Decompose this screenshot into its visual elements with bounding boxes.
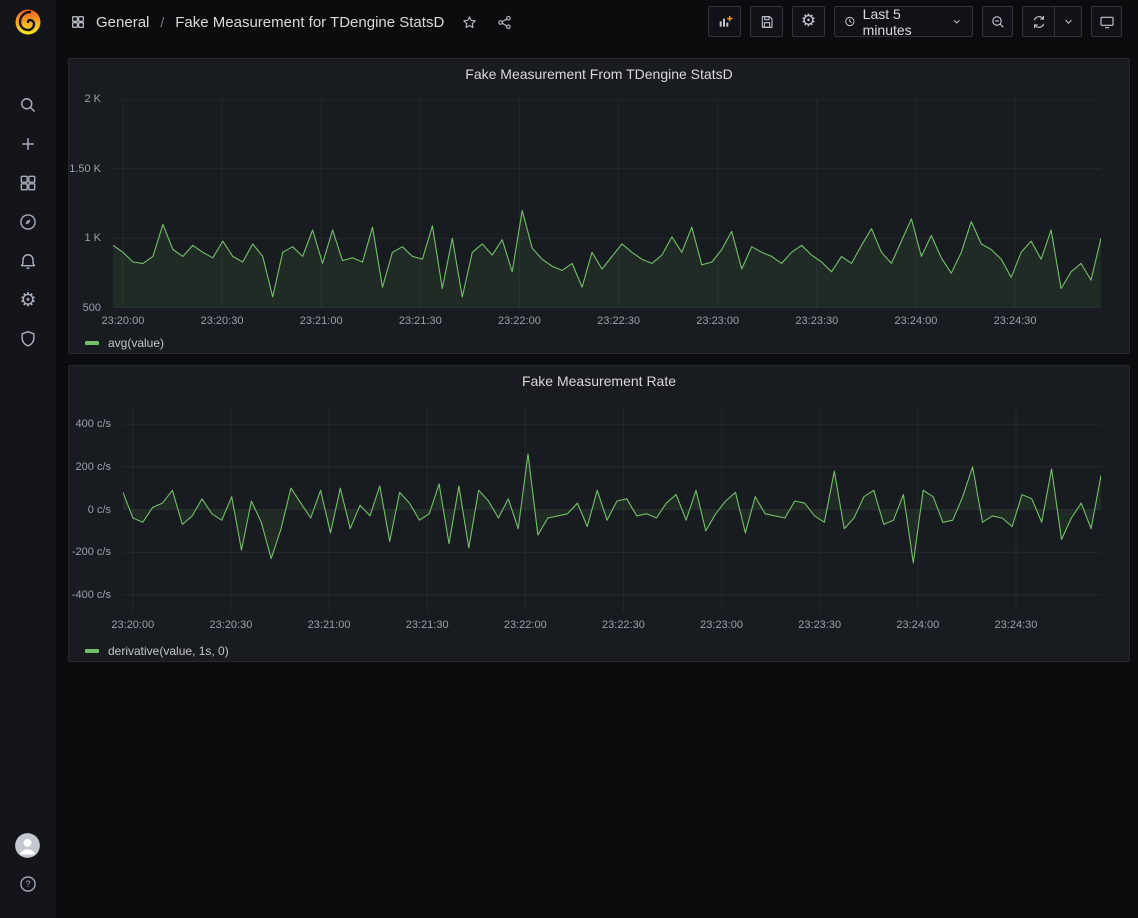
chart-canvas [123, 407, 1101, 612]
x-axis-tick-label: 23:20:30 [210, 619, 253, 631]
y-axis-tick-label: -200 c/s [69, 546, 111, 558]
y-axis-tick-label: 1.50 K [69, 163, 101, 175]
alerting-icon[interactable] [17, 250, 39, 272]
time-range-label: Last 5 minutes [863, 6, 945, 38]
zoom-out-button[interactable] [982, 6, 1013, 37]
x-axis-tick-label: 23:21:00 [308, 619, 351, 631]
panel-title[interactable]: Fake Measurement Rate [69, 373, 1129, 389]
user-avatar[interactable] [14, 832, 41, 859]
sidebar: ⚙ ? [0, 0, 56, 918]
x-axis-tick-label: 23:20:30 [201, 315, 244, 327]
x-axis-tick-label: 23:23:00 [696, 315, 739, 327]
save-dashboard-button[interactable] [750, 6, 783, 37]
help-icon[interactable]: ? [17, 873, 39, 895]
x-axis-tick-label: 23:22:00 [504, 619, 547, 631]
panel-title[interactable]: Fake Measurement From TDengine StatsD [69, 66, 1129, 82]
grafana-logo[interactable] [12, 6, 44, 38]
legend-swatch [85, 341, 99, 345]
chevron-down-icon [951, 15, 963, 28]
add-panel-button[interactable] [708, 6, 741, 37]
x-axis-tick-label: 23:22:00 [498, 315, 541, 327]
x-axis-tick-label: 23:22:30 [602, 619, 645, 631]
legend-label[interactable]: derivative(value, 1s, 0) [108, 644, 229, 658]
x-axis-tick-label: 23:23:30 [795, 315, 838, 327]
refresh-button-group [1022, 6, 1082, 37]
dashboard-header: General / Fake Measurement for TDengine … [56, 0, 1138, 44]
dashboard-grid-icon [70, 14, 86, 30]
series-fill [113, 211, 1101, 309]
x-axis-tick-label: 23:23:00 [700, 619, 743, 631]
chart-canvas [113, 99, 1101, 308]
dashboard-settings-button[interactable]: ⚙ [792, 6, 825, 37]
dashboards-icon[interactable] [17, 172, 39, 194]
time-picker-button[interactable]: Last 5 minutes [834, 6, 973, 37]
x-axis-tick-label: 23:24:30 [995, 619, 1038, 631]
series-fill [123, 454, 1101, 563]
search-icon[interactable] [17, 94, 39, 116]
x-axis-labels: 23:20:0023:20:3023:21:0023:21:3023:22:00… [123, 619, 1101, 633]
x-axis-tick-label: 23:23:30 [798, 619, 841, 631]
svg-text:?: ? [26, 879, 31, 889]
dashboard-toolbar: ⚙ Last 5 minutes [708, 6, 1122, 37]
gear-icon: ⚙ [801, 13, 816, 30]
time-series-plot[interactable] [123, 407, 1101, 612]
y-axis-tick-label: 500 [69, 302, 101, 314]
configuration-icon[interactable]: ⚙ [17, 289, 39, 311]
cycle-view-button[interactable] [1091, 6, 1122, 37]
refresh-interval-dropdown[interactable] [1054, 7, 1081, 36]
legend: avg(value) [85, 336, 164, 350]
panel-fake-measurement: Fake Measurement From TDengine StatsD 2 … [68, 58, 1130, 354]
x-axis-tick-label: 23:24:30 [994, 315, 1037, 327]
x-axis-tick-label: 23:21:30 [406, 619, 449, 631]
x-axis-tick-label: 23:24:00 [896, 619, 939, 631]
explore-icon[interactable] [17, 211, 39, 233]
time-series-plot[interactable] [113, 99, 1101, 308]
breadcrumb-folder[interactable]: General [96, 14, 149, 31]
y-axis-tick-label: -400 c/s [69, 589, 111, 601]
y-axis-tick-label: 0 c/s [69, 504, 111, 516]
breadcrumb-dashboard-title[interactable]: Fake Measurement for TDengine StatsD [175, 14, 444, 31]
y-axis-tick-label: 200 c/s [69, 461, 111, 473]
panel-fake-measurement-rate: Fake Measurement Rate 400 c/s 200 c/s 0 c/… [68, 365, 1130, 662]
star-icon[interactable] [459, 12, 479, 32]
x-axis-tick-label: 23:22:30 [597, 315, 640, 327]
server-admin-icon[interactable] [17, 328, 39, 350]
refresh-icon [1031, 14, 1047, 30]
legend-label[interactable]: avg(value) [108, 336, 164, 350]
x-axis-tick-label: 23:24:00 [895, 315, 938, 327]
y-axis-tick-label: 1 K [69, 232, 101, 244]
share-icon[interactable] [494, 12, 514, 32]
refresh-button[interactable] [1023, 7, 1054, 36]
x-axis-tick-label: 23:21:30 [399, 315, 442, 327]
x-axis-tick-label: 23:21:00 [300, 315, 343, 327]
y-axis-labels: 400 c/s 200 c/s 0 c/s -200 c/s -400 c/s [69, 407, 117, 612]
y-axis-labels: 2 K1.50 K1 K500 [69, 99, 107, 308]
cycle-view-icon [1099, 14, 1115, 30]
breadcrumb: General / Fake Measurement for TDengine … [70, 0, 514, 44]
breadcrumb-separator: / [160, 14, 164, 30]
legend: derivative(value, 1s, 0) [85, 644, 229, 658]
chevron-down-icon [1062, 15, 1075, 28]
x-axis-tick-label: 23:20:00 [111, 619, 154, 631]
y-axis-tick-label: 2 K [69, 93, 101, 105]
create-icon[interactable] [17, 133, 39, 155]
x-axis-labels: 23:20:0023:20:3023:21:0023:21:3023:22:00… [113, 315, 1101, 329]
y-axis-tick-label: 400 c/s [69, 418, 111, 430]
x-axis-tick-label: 23:20:00 [101, 315, 144, 327]
legend-swatch [85, 649, 99, 653]
